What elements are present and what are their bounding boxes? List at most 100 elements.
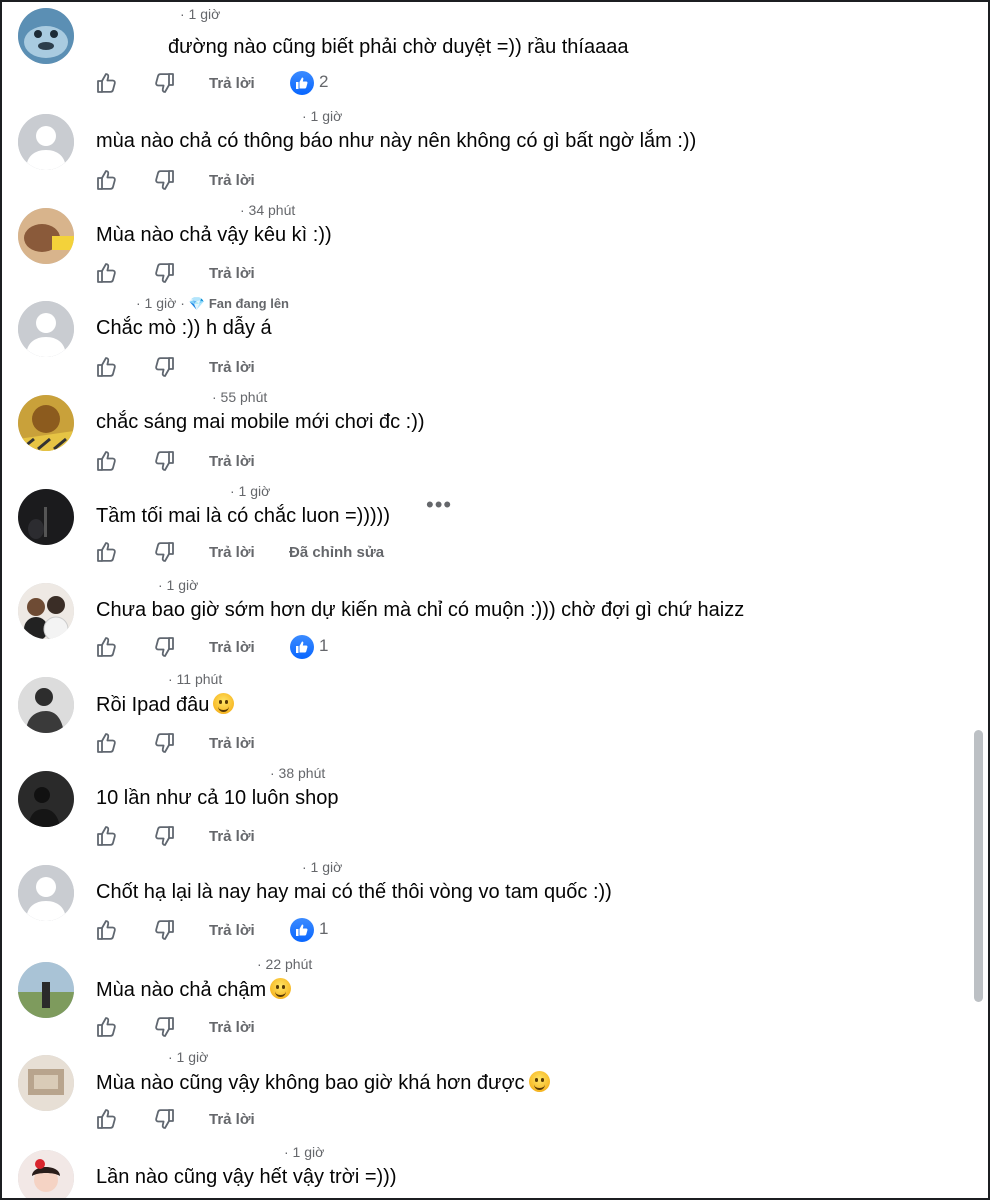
reaction-count: 2 (319, 72, 329, 91)
dislike-icon[interactable] (151, 823, 177, 849)
comment-item: · 1 giờ Chưa bao giờ sớm hơn dự kiến mà … (2, 577, 962, 670)
comment-text: chắc sáng mai mobile mới chơi đc :)) (96, 411, 425, 433)
reply-button[interactable]: Trả lời (209, 172, 255, 189)
avatar[interactable] (18, 677, 74, 733)
comment-item: · 22 phút Mùa nào chả chậm Trả lời (2, 956, 962, 1049)
comment-item: · 1 giờ Lần nào cũng vậy hết vậy trời =)… (2, 1144, 962, 1198)
avatar[interactable] (18, 208, 74, 264)
comment-item: · 1 giờ · 💎 Fan đang lên Chắc mò :)) h d… (2, 295, 962, 388)
avatar[interactable] (18, 1055, 74, 1111)
avatar[interactable] (18, 962, 74, 1018)
reaction-count: 1 (319, 919, 329, 938)
reply-button[interactable]: Trả lời (209, 922, 255, 939)
like-icon[interactable] (94, 823, 120, 849)
avatar[interactable] (18, 489, 74, 545)
comment-text: Chắc mò :)) h dẫy á (96, 317, 272, 339)
avatar[interactable] (18, 771, 74, 827)
comment-time[interactable]: · 1 giờ (302, 108, 342, 124)
comment-text: mùa nào chả có thông báo như này nên khô… (96, 130, 697, 152)
comment-text: Chốt hạ lại là nay hay mai có thế thôi v… (96, 881, 612, 903)
like-reaction-icon (290, 918, 314, 942)
comment-text: Mùa nào chả vậy kêu kì :)) (96, 224, 332, 246)
scrollbar-thumb[interactable] (974, 730, 983, 1002)
comment-time[interactable]: · 1 giờ (302, 859, 342, 875)
comment-item: · 1 giờ Tầm tối mai là có chắc luon =)))… (2, 483, 962, 576)
comment-meta: · 1 giờ · 💎 Fan đang lên (136, 295, 289, 312)
comment-item: · 55 phút chắc sáng mai mobile mới chơi … (2, 389, 962, 482)
dislike-icon[interactable] (151, 354, 177, 380)
reply-button[interactable]: Trả lời (209, 1019, 255, 1036)
fan-badge-icon: 💎 (188, 296, 205, 311)
comment-time[interactable]: · 34 phút (240, 202, 295, 218)
reply-button[interactable]: Trả lời (209, 735, 255, 752)
like-icon[interactable] (94, 1106, 120, 1132)
reply-button[interactable]: Trả lời (209, 453, 255, 470)
comment-time[interactable]: · 38 phút (270, 765, 325, 781)
reply-button[interactable]: Trả lời (209, 75, 255, 92)
fan-badge-label[interactable]: Fan đang lên (209, 296, 289, 311)
avatar[interactable] (18, 865, 74, 921)
reply-button[interactable]: Trả lời (209, 359, 255, 376)
edited-label[interactable]: Đã chỉnh sửa (289, 544, 384, 561)
dislike-icon[interactable] (151, 260, 177, 286)
comment-time[interactable]: · 1 giờ (168, 1049, 208, 1065)
rofl-emoji-icon (528, 1071, 550, 1092)
like-reaction-icon (290, 71, 314, 95)
comment-text-content: Rồi Ipad đâu (96, 694, 210, 716)
avatar[interactable] (18, 395, 74, 451)
like-icon[interactable] (94, 260, 120, 286)
dislike-icon[interactable] (151, 70, 177, 96)
like-icon[interactable] (94, 1014, 120, 1040)
comment-time[interactable]: · 1 giờ (284, 1144, 324, 1160)
reply-button[interactable]: Trả lời (209, 1111, 255, 1128)
avatar[interactable] (18, 583, 74, 639)
comment-time[interactable]: · 22 phút (257, 956, 312, 972)
avatar[interactable] (18, 301, 74, 357)
like-icon[interactable] (94, 448, 120, 474)
avatar[interactable] (18, 1150, 74, 1198)
comment-item: · 1 giờ Chốt hạ lại là nay hay mai có th… (2, 859, 962, 952)
like-reaction-icon (290, 635, 314, 659)
comment-time[interactable]: · 11 phút (168, 671, 222, 687)
reply-button[interactable]: Trả lời (209, 828, 255, 845)
like-icon[interactable] (94, 70, 120, 96)
comment-text: đường nào cũng biết phải chờ duyệt =)) r… (168, 36, 629, 58)
comment-text-content: Mùa nào chả chậm (96, 979, 267, 1001)
like-icon[interactable] (94, 354, 120, 380)
avatar[interactable] (18, 114, 74, 170)
reaction-count: 1 (319, 636, 329, 655)
comment-time[interactable]: · 1 giờ (158, 577, 198, 593)
comment-item: · 1 giờ đường nào cũng biết phải chờ duy… (2, 6, 962, 99)
dislike-icon[interactable] (151, 539, 177, 565)
avatar[interactable] (18, 8, 74, 64)
comment-thread-panel: · 1 giờ đường nào cũng biết phải chờ duy… (0, 0, 990, 1200)
dislike-icon[interactable] (151, 448, 177, 474)
like-icon[interactable] (94, 917, 120, 943)
dislike-icon[interactable] (151, 730, 177, 756)
more-options-icon[interactable]: ••• (426, 494, 452, 516)
comment-text-content: Mùa nào cũng vậy không bao giờ khá hơn đ… (96, 1072, 525, 1094)
dislike-icon[interactable] (151, 167, 177, 193)
comment-time[interactable]: · 1 giờ · (136, 295, 185, 311)
comment-time[interactable]: · 1 giờ (230, 483, 270, 499)
comment-text: 10 lần như cả 10 luôn shop (96, 787, 339, 809)
comment-text: Chưa bao giờ sớm hơn dự kiến mà chỉ có m… (96, 599, 745, 621)
reply-button[interactable]: Trả lời (209, 265, 255, 282)
comment-text: Lần nào cũng vậy hết vậy trời =))) (96, 1166, 397, 1188)
dislike-icon[interactable] (151, 634, 177, 660)
like-icon[interactable] (94, 634, 120, 660)
reply-button[interactable]: Trả lời (209, 639, 255, 656)
like-icon[interactable] (94, 167, 120, 193)
smile-emoji-icon (213, 693, 235, 714)
dislike-icon[interactable] (151, 1106, 177, 1132)
comment-item: · 1 giờ mùa nào chả có thông báo như này… (2, 108, 962, 201)
like-icon[interactable] (94, 539, 120, 565)
comment-item: · 38 phút 10 lần như cả 10 luôn shop Trả… (2, 765, 962, 858)
dislike-icon[interactable] (151, 917, 177, 943)
dislike-icon[interactable] (151, 1014, 177, 1040)
comment-time[interactable]: · 1 giờ (180, 6, 220, 22)
comment-item: · 34 phút Mùa nào chả vậy kêu kì :)) Trả… (2, 202, 962, 295)
reply-button[interactable]: Trả lời (209, 544, 255, 561)
comment-time[interactable]: · 55 phút (212, 389, 267, 405)
like-icon[interactable] (94, 730, 120, 756)
